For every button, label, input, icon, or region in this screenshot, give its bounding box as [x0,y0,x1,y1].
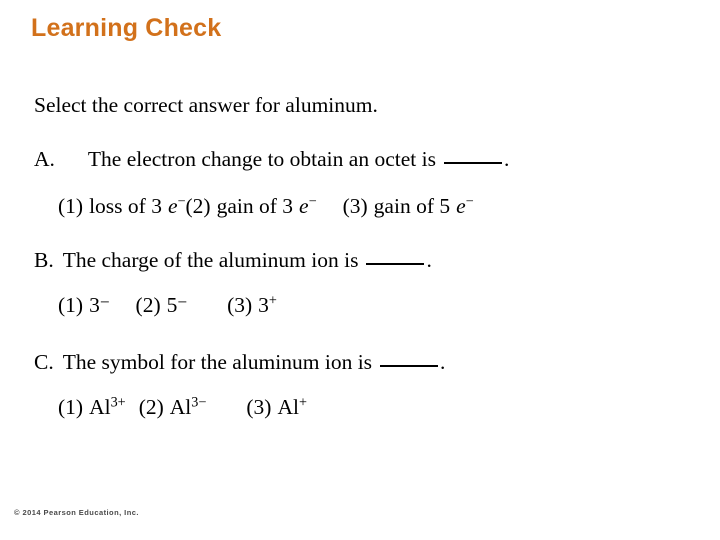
option-a2-charge: − [308,193,317,210]
page-title: Learning Check [31,14,222,42]
question-b-period: . [426,248,432,272]
option-b1-number: (1) [58,293,84,317]
option-c3-number: (3) [246,395,272,419]
option-a2-symbol: e [299,194,309,218]
question-a-label: A. [34,147,55,171]
option-a1-number: (1) [58,194,84,218]
question-c-blank[interactable] [380,365,439,367]
option-b1-value: 3 [89,293,100,317]
option-c1-element: Al [89,395,111,419]
question-b-text: The charge of the aluminum ion is [62,248,359,272]
option-c3-element: Al [277,395,299,419]
option-b3[interactable]: (3) 3+ [227,293,277,317]
option-a3-charge: − [465,193,474,210]
question-a-options: (1) loss of 3 e−(2) gain of 3 e− (3) gain of 5… [34,193,474,220]
question-b-blank[interactable] [366,263,425,265]
question-b-label: B. [34,248,54,272]
option-b2-number: (2) [135,293,161,317]
option-c1[interactable]: (1) Al3+ [58,395,126,419]
option-c1-charge: 3+ [110,394,126,411]
option-b3-value: 3 [258,293,269,317]
option-b2[interactable]: (2) 5− [136,293,188,317]
option-c1-number: (1) [58,395,84,419]
question-c-text: The symbol for the aluminum ion is [62,350,373,374]
question-a: A. The electron change to obtain an octet… [34,146,509,173]
option-c2-number: (2) [138,395,164,419]
option-c2-element: Al [169,395,192,419]
option-a2-number: (2) [185,194,211,218]
option-c2[interactable]: (2) Al3− [139,395,207,419]
option-a1-charge: − [177,193,186,210]
question-b: B. The charge of the aluminum ion is. [34,247,432,274]
option-a1[interactable]: (1) loss of 3 e− [58,194,186,218]
question-stem: Select the correct answer for aluminum. [34,93,378,117]
option-c3[interactable]: (3) Al+ [246,395,307,419]
option-a2[interactable]: (2) gain of 3 e− [186,194,317,218]
question-c-label: C. [34,350,54,374]
copyright-footer: © 2014 Pearson Education, Inc. [14,508,139,517]
option-b2-value: 5 [166,293,178,317]
question-b-options: (1) 3− (2) 5− (3) 3+ [34,292,277,319]
question-a-blank[interactable] [443,162,502,164]
option-b1-charge: − [99,292,110,312]
option-a3-number: (3) [342,194,368,218]
option-a1-text: loss of 3 [89,194,162,218]
question-c: C. The symbol for the aluminum ion is. [34,349,445,376]
option-a3[interactable]: (3) gain of 5 e− [343,194,474,218]
option-b1[interactable]: (1) 3− [58,293,110,317]
option-a3-symbol: e [456,194,466,218]
option-a3-text: gain of 5 [373,194,451,218]
option-c3-charge: + [298,394,307,411]
question-a-text: The electron change to obtain an octet i… [87,147,436,171]
question-c-options: (1) Al3+ (2) Al3− (3) Al+ [34,394,307,421]
option-a2-text: gain of 3 [216,194,294,218]
slide-canvas: Learning Check Select the correct answer… [0,0,720,540]
option-b3-charge: + [268,292,277,309]
question-a-period: . [503,147,510,171]
option-c2-charge: 3− [191,394,207,411]
option-a1-symbol: e [167,194,178,218]
question-c-period: . [440,350,446,374]
option-b3-number: (3) [227,293,253,317]
option-b2-charge: − [177,292,188,312]
